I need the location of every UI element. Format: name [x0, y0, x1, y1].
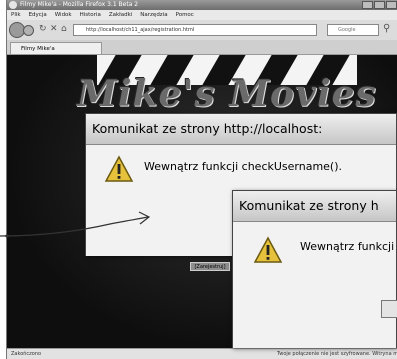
tab-title: Filmy Mike'a: [21, 46, 55, 52]
warning-icon: [104, 155, 134, 182]
menu-item-plik[interactable]: Plik: [11, 10, 21, 20]
navigation-toolbar: ↻ ✕ ⌂ http://localhost/ch11_ajax/registr…: [7, 20, 397, 40]
home-icon[interactable]: ⌂: [61, 24, 67, 34]
stop-icon[interactable]: ✕: [50, 24, 58, 34]
firefox-icon: [9, 1, 17, 9]
menu-item-zakladki[interactable]: Zakładki: [109, 10, 132, 20]
address-bar[interactable]: http://localhost/ch11_ajax/registration.…: [73, 24, 317, 36]
search-placeholder: Google: [338, 27, 356, 33]
close-button[interactable]: [386, 1, 397, 9]
maximize-button[interactable]: [374, 1, 385, 9]
dialog-title: Komunikat ze strony h: [233, 191, 396, 222]
warning-icon: [253, 236, 283, 263]
reload-icon[interactable]: ↻: [39, 24, 47, 34]
url-text: http://localhost/ch11_ajax/registration.…: [86, 27, 195, 33]
security-status-text: Twoje połączenie nie jest szyfrowane. Wi…: [277, 351, 397, 357]
menu-item-widok[interactable]: Widok: [55, 10, 72, 20]
status-text: Zakończono: [11, 351, 42, 357]
menu-bar: Plik Edycja Widok Historia Zakładki Narz…: [7, 10, 397, 20]
ok-button[interactable]: [381, 300, 397, 318]
register-button[interactable]: [Zarejestruj]: [190, 262, 230, 271]
dialog-body: Wewnątrz funkcji: [233, 222, 397, 348]
menu-item-historia[interactable]: Historia: [80, 10, 101, 20]
search-box[interactable]: Google: [327, 24, 379, 36]
tab-filmy-mikea[interactable]: Filmy Mike'a: [10, 42, 102, 54]
dialog-title: Komunikat ze strony http://localhost:: [86, 114, 396, 145]
menu-item-pomoc[interactable]: Pomoc: [176, 10, 194, 20]
dialog-message: Wewnątrz funkcji: [300, 240, 395, 253]
dialog-message: Wewnątrz funkcji checkUsername().: [144, 160, 343, 173]
alert-dialog-second: Komunikat ze strony h Wewnątrz funkcji: [232, 190, 397, 348]
menu-item-narzedzia[interactable]: Narzędzia: [140, 10, 167, 20]
window-title: Filmy Mike'a - Mozilla Firefox 3.1 Beta …: [20, 1, 139, 8]
title-bar: Filmy Mike'a - Mozilla Firefox 3.1 Beta …: [7, 0, 397, 10]
search-icon[interactable]: ⚲: [383, 23, 390, 34]
tab-strip: Filmy Mike'a: [7, 40, 397, 55]
status-bar: Zakończono Twoje połączenie nie jest szy…: [7, 348, 397, 359]
minimize-button[interactable]: [362, 1, 373, 9]
forward-button[interactable]: [23, 25, 34, 36]
window-controls: [362, 1, 397, 9]
menu-item-edycja[interactable]: Edycja: [29, 10, 47, 20]
